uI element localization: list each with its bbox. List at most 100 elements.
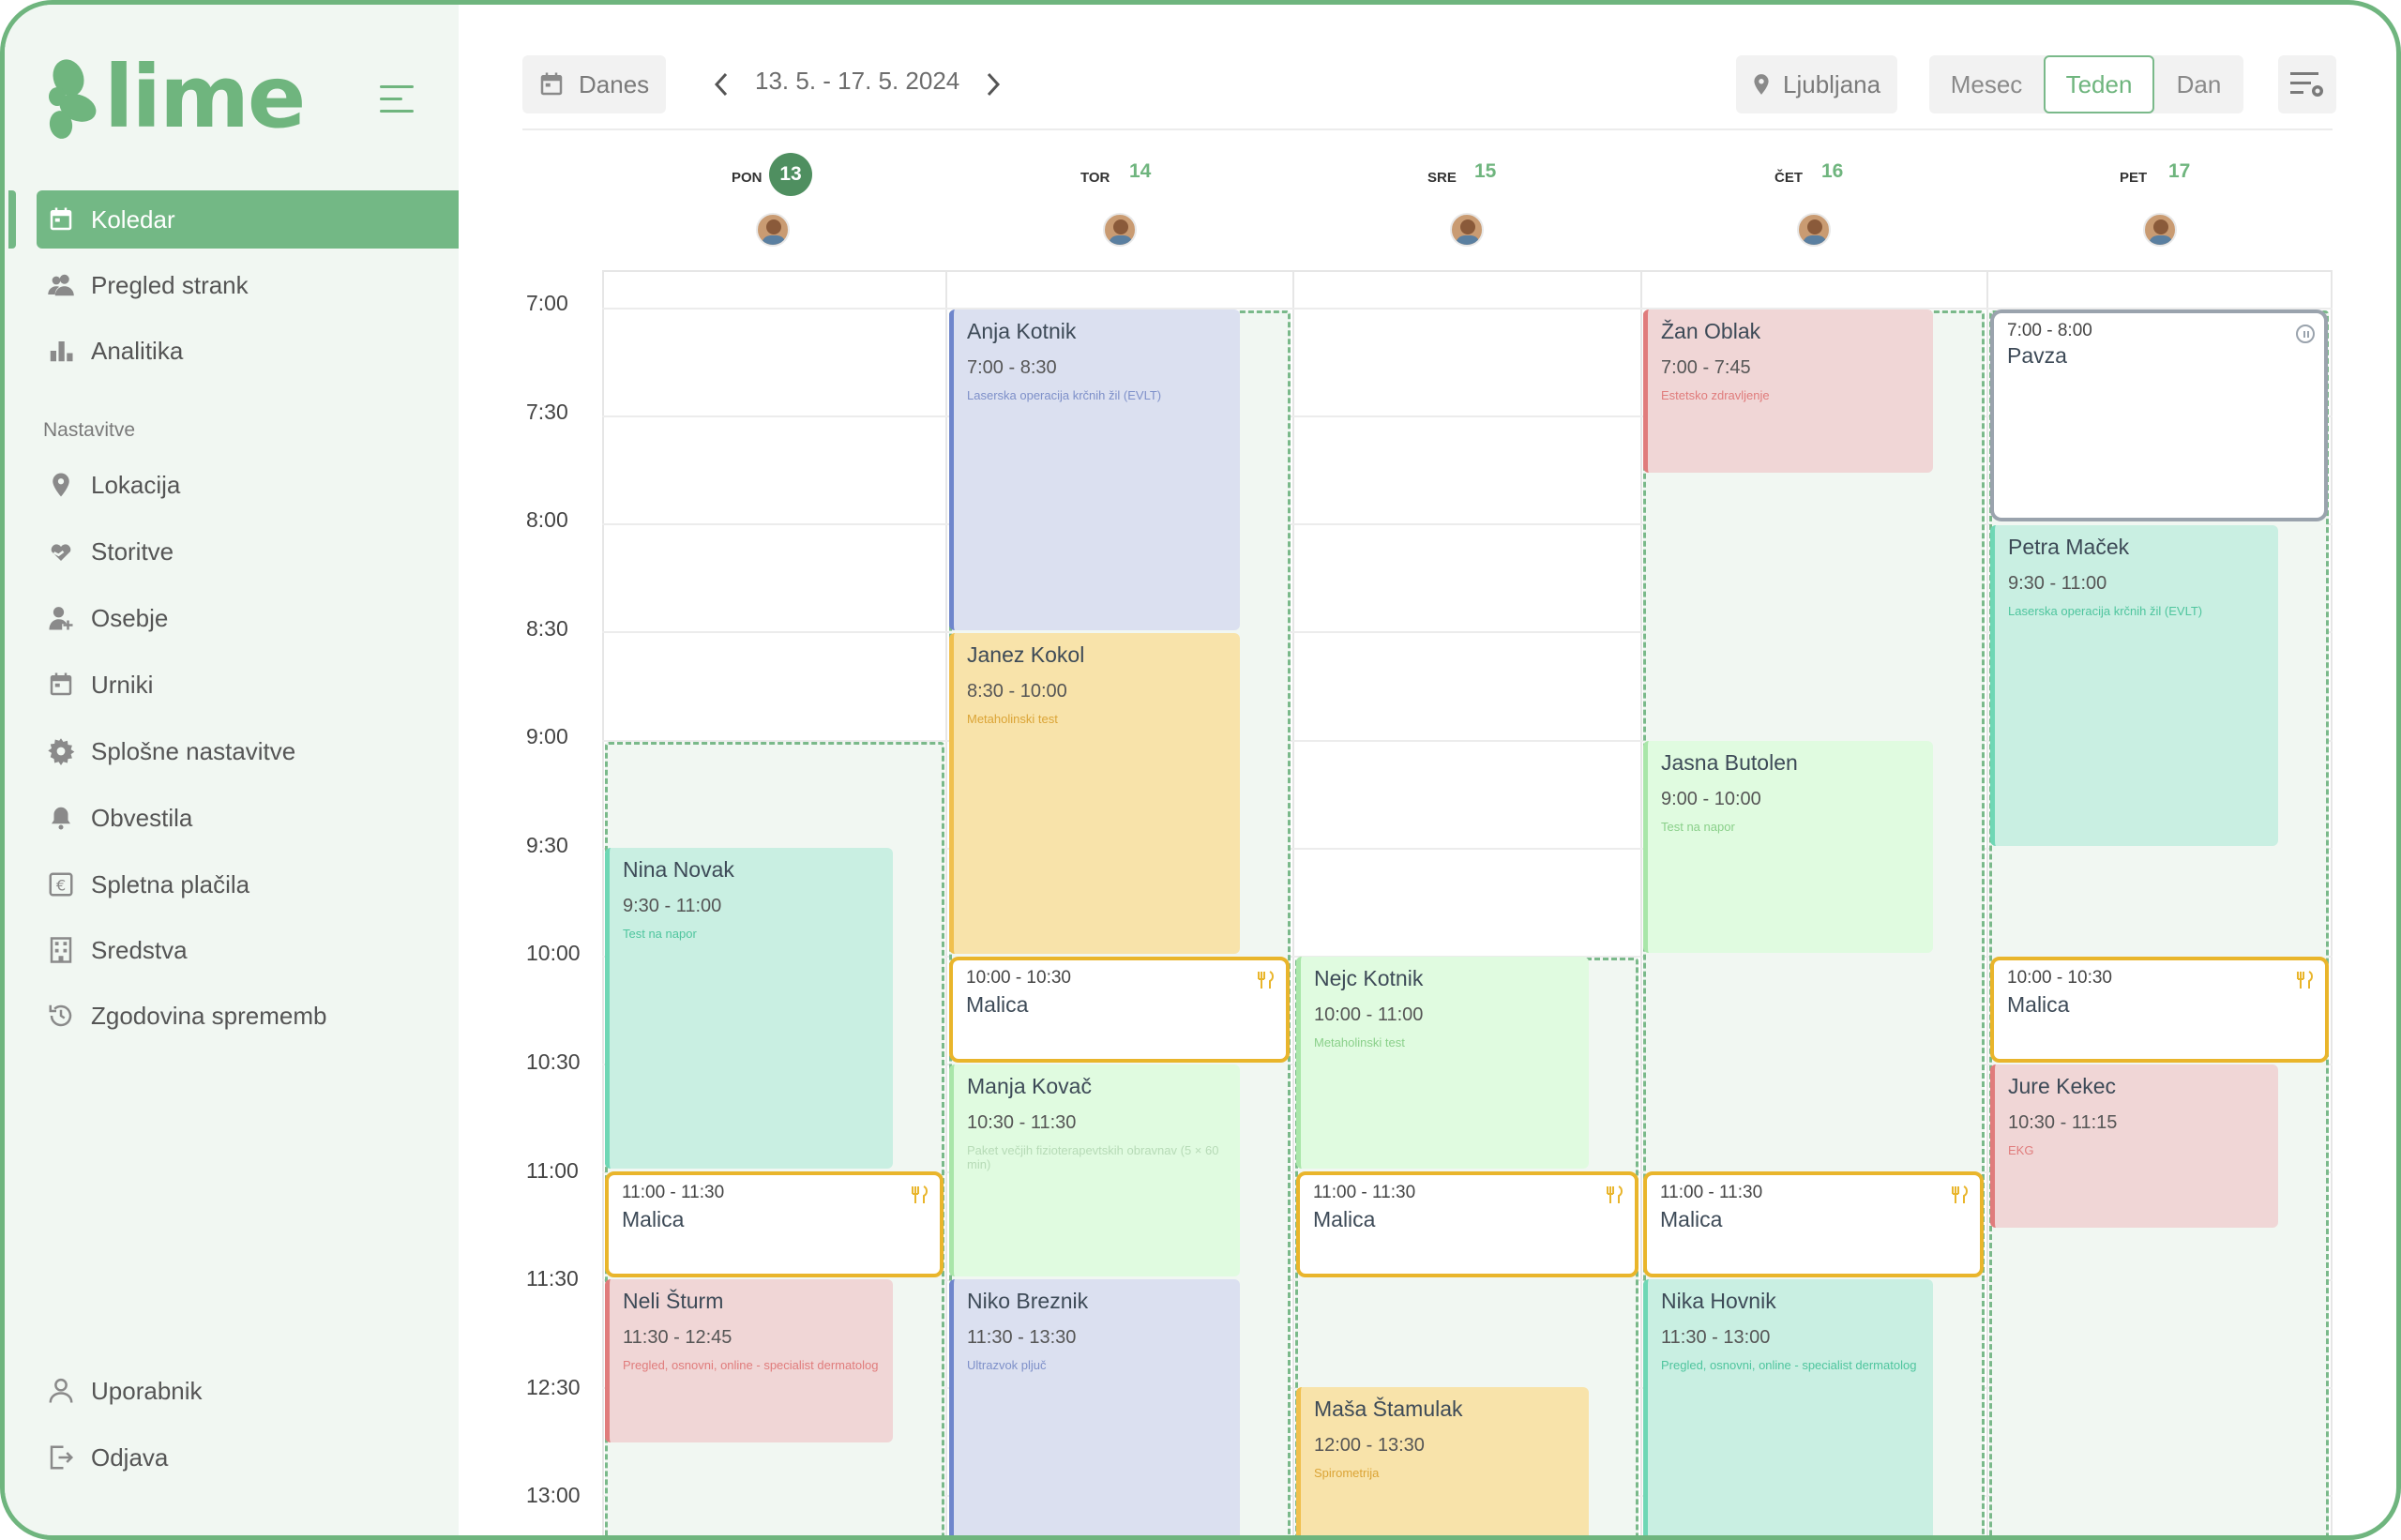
appointment-janez-kokol[interactable]: Janez Kokol 8:30 - 10:00 Metaholinski te… bbox=[949, 633, 1240, 954]
appointment-niko-breznik[interactable]: Niko Breznik 11:30 - 13:30 Ultrazvok plj… bbox=[949, 1279, 1240, 1535]
users-icon bbox=[44, 268, 78, 302]
location-button[interactable]: Ljubljana bbox=[1736, 55, 1897, 113]
next-week-icon[interactable] bbox=[980, 70, 1004, 98]
appointment-time: 7:00 - 7:45 bbox=[1661, 357, 1751, 378]
date-range-label: 13. 5. - 17. 5. 2024 bbox=[755, 67, 960, 95]
logout-icon bbox=[44, 1441, 78, 1474]
day-header-wed[interactable]: SRE 15 bbox=[1296, 155, 1643, 258]
bar-chart-icon bbox=[44, 334, 78, 368]
sidebar-item-lokacija[interactable]: Lokacija bbox=[37, 456, 459, 514]
appointment-manja-kovac[interactable]: Manja Kovač 10:30 - 11:30 Paket večjih f… bbox=[949, 1064, 1240, 1276]
service-name: Spirometrija bbox=[1314, 1466, 1380, 1480]
cutlery-icon bbox=[1258, 971, 1274, 989]
day-divider bbox=[1292, 270, 1294, 1535]
view-switcher: Mesec Teden Dan bbox=[1929, 55, 2243, 113]
day-date: 16 bbox=[1821, 160, 1844, 182]
avatar[interactable] bbox=[1450, 213, 1484, 247]
filter-settings-icon bbox=[2290, 72, 2323, 97]
sidebar-item-pregled-strank[interactable]: Pregled strank bbox=[37, 256, 459, 314]
service-name: Metaholinski test bbox=[1314, 1035, 1405, 1049]
avatar[interactable] bbox=[1103, 213, 1137, 247]
sidebar-item-spletna-placila[interactable]: € Spletna plačila bbox=[37, 855, 459, 913]
appointment-time: 9:30 - 11:00 bbox=[2008, 573, 2107, 594]
sidebar-item-obvestila[interactable]: Obvestila bbox=[37, 789, 459, 847]
avatar[interactable] bbox=[1797, 213, 1831, 247]
break-malica[interactable]: 11:00 - 11:30 Malica bbox=[1643, 1171, 1984, 1277]
appointment-jure-kekec[interactable]: Jure Kekec 10:30 - 11:15 EKG bbox=[1990, 1064, 2278, 1228]
day-divider bbox=[945, 270, 947, 1535]
appointment-time: 7:00 - 8:30 bbox=[967, 357, 1057, 378]
break-malica[interactable]: 11:00 - 11:30 Malica bbox=[605, 1171, 944, 1277]
appointment-time: 11:30 - 12:45 bbox=[623, 1327, 732, 1348]
appointment-petra-macek[interactable]: Petra Maček 9:30 - 11:00 Laserska operac… bbox=[1990, 525, 2278, 846]
appointment-anja-kotnik[interactable]: Anja Kotnik 7:00 - 8:30 Laserska operaci… bbox=[949, 310, 1240, 630]
service-name: Test na napor bbox=[1661, 820, 1735, 834]
sidebar-item-storitve[interactable]: Storitve bbox=[37, 522, 459, 581]
day-header-thu[interactable]: ČET 16 bbox=[1643, 155, 1990, 258]
break-label: Malica bbox=[966, 992, 1029, 1017]
service-name: Laserska operacija krčnih žil (EVLT) bbox=[967, 388, 1162, 402]
appointment-time: 9:00 - 10:00 bbox=[1661, 789, 1761, 809]
sidebar-item-osebje[interactable]: Osebje bbox=[37, 589, 459, 647]
appointment-neli-sturm[interactable]: Neli Šturm 11:30 - 12:45 Pregled, osnovn… bbox=[605, 1279, 893, 1442]
appointment-zan-oblak[interactable]: Žan Oblak 7:00 - 7:45 Estetsko zdravljen… bbox=[1643, 310, 1933, 473]
view-day-button[interactable]: Dan bbox=[2154, 55, 2243, 113]
day-header-mon[interactable]: PON 13 bbox=[602, 153, 949, 258]
calendar-settings-button[interactable] bbox=[2278, 55, 2336, 113]
break-label: Malica bbox=[1313, 1207, 1376, 1231]
sidebar-item-uporabnik[interactable]: Uporabnik bbox=[37, 1362, 459, 1420]
time-label: 11:30 bbox=[526, 1266, 579, 1291]
time-label: 9:00 bbox=[526, 724, 568, 748]
day-divider bbox=[2331, 270, 2333, 1535]
service-name: Estetsko zdravljenje bbox=[1661, 388, 1770, 402]
gear-icon bbox=[44, 734, 78, 768]
break-label: Malica bbox=[1660, 1207, 1723, 1231]
sidebar-item-sredstva[interactable]: Sredstva bbox=[37, 921, 459, 979]
euro-icon: € bbox=[44, 868, 78, 901]
service-name: Laserska operacija krčnih žil (EVLT) bbox=[2008, 604, 2203, 618]
sidebar-item-label: Koledar bbox=[91, 204, 175, 234]
logo[interactable]: lime bbox=[48, 47, 306, 147]
appointment-jasna-butolen[interactable]: Jasna Butolen 9:00 - 10:00 Test na napor bbox=[1643, 741, 1933, 953]
break-pavza[interactable]: 7:00 - 8:00 Pavza bbox=[1990, 310, 2328, 521]
time-label: 8:30 bbox=[526, 616, 568, 641]
appointment-nina-novak[interactable]: Nina Novak 9:30 - 11:00 Test na napor bbox=[605, 848, 893, 1169]
sidebar-item-zgodovina-sprememb[interactable]: Zgodovina sprememb bbox=[37, 987, 459, 1045]
break-label: Pavza bbox=[2007, 343, 2067, 368]
appointment-time: 9:30 - 11:00 bbox=[623, 896, 722, 916]
day-header-tue[interactable]: TOR 14 bbox=[949, 155, 1296, 258]
view-month-button[interactable]: Mesec bbox=[1929, 55, 2044, 113]
day-header-fri[interactable]: PET 17 bbox=[1990, 155, 2337, 258]
view-week-button[interactable]: Teden bbox=[2044, 55, 2154, 113]
add-user-icon bbox=[44, 601, 78, 635]
time-label: 12:30 bbox=[526, 1375, 581, 1399]
sidebar-item-analitika[interactable]: Analitika bbox=[37, 322, 459, 380]
sidebar-item-label: Spletna plačila bbox=[91, 869, 250, 898]
appointment-masa-stamulak[interactable]: Maša Štamulak 12:00 - 13:30 Spirometrija bbox=[1296, 1387, 1589, 1535]
menu-toggle-icon[interactable] bbox=[380, 85, 414, 113]
appointment-nika-hovnik[interactable]: Nika Hovnik 11:30 - 13:00 Pregled, osnov… bbox=[1643, 1279, 1933, 1535]
sidebar-item-odjava[interactable]: Odjava bbox=[37, 1428, 459, 1487]
day-date: 15 bbox=[1474, 160, 1497, 182]
avatar[interactable] bbox=[2143, 213, 2177, 247]
break-malica[interactable]: 10:00 - 10:30 Malica bbox=[949, 957, 1290, 1063]
avatar[interactable] bbox=[756, 213, 790, 247]
break-malica[interactable]: 10:00 - 10:30 Malica bbox=[1990, 957, 2329, 1063]
sidebar-item-label: Pregled strank bbox=[91, 270, 249, 299]
today-button[interactable]: Danes bbox=[522, 55, 666, 113]
appointment-nejc-kotnik[interactable]: Nejc Kotnik 10:00 - 11:00 Metaholinski t… bbox=[1296, 957, 1589, 1169]
patient-name: Jure Kekec bbox=[2008, 1074, 2117, 1098]
sidebar-item-urniki[interactable]: Urniki bbox=[37, 656, 459, 714]
break-time: 10:00 - 10:30 bbox=[2007, 968, 2112, 988]
sidebar-item-label: Zgodovina sprememb bbox=[91, 1001, 327, 1030]
time-label: 8:00 bbox=[526, 507, 568, 532]
sidebar-item-splosne-nastavitve[interactable]: Splošne nastavitve bbox=[37, 722, 459, 780]
appointment-time: 8:30 - 10:00 bbox=[967, 681, 1067, 702]
appointment-time: 10:00 - 11:00 bbox=[1314, 1004, 1424, 1025]
patient-name: Petra Maček bbox=[2008, 535, 2130, 559]
sidebar-item-koledar[interactable]: Koledar bbox=[8, 190, 459, 249]
previous-week-icon[interactable] bbox=[710, 70, 734, 98]
sidebar-item-label: Analitika bbox=[91, 336, 184, 365]
service-name: Pregled, osnovni, online - specialist de… bbox=[623, 1358, 879, 1372]
break-malica[interactable]: 11:00 - 11:30 Malica bbox=[1296, 1171, 1638, 1277]
